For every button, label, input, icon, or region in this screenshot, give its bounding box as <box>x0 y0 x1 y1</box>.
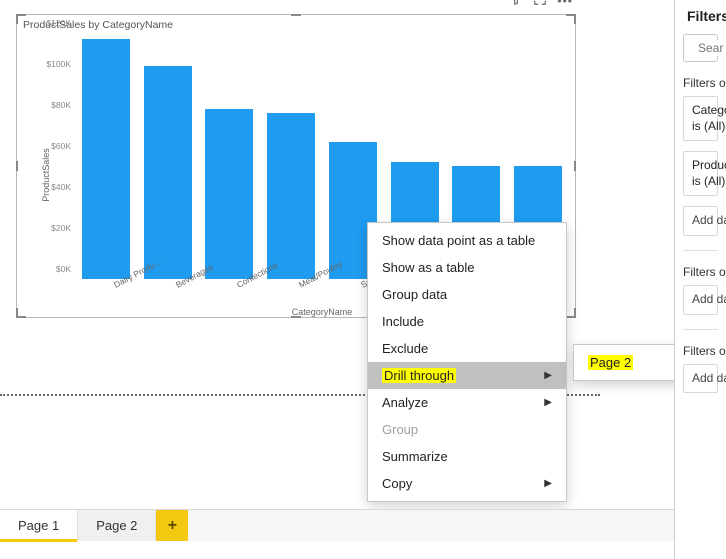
context-menu-item-label: Summarize <box>382 449 448 464</box>
y-axis-ticks: $0K$20K$40K$60K$80K$100K$120K <box>49 33 75 279</box>
chart-bar[interactable] <box>82 39 130 279</box>
page-tabs: Page 1 Page 2 + <box>0 509 674 541</box>
y-tick: $100K <box>46 59 71 69</box>
page-tab[interactable]: Page 1 <box>0 510 78 541</box>
y-tick: $0K <box>56 264 71 274</box>
filters-title-text: Filters <box>687 8 726 24</box>
resize-handle[interactable] <box>566 14 576 24</box>
chevron-right-icon: ▶ <box>544 397 552 408</box>
context-menu-item-label: Group data <box>382 287 447 302</box>
filters-section-all: Filters on all pages <box>683 344 718 358</box>
filter-card-field: CategoryName <box>692 103 709 119</box>
y-tick: $20K <box>51 223 71 233</box>
context-menu-item[interactable]: Drill through ▶ <box>368 362 566 389</box>
context-menu-item: Group <box>368 416 566 443</box>
filters-section-page: Filters on this page <box>683 265 718 279</box>
y-tick: $40K <box>51 182 71 192</box>
report-canvas[interactable]: ••• ProductSales by CategoryName Product… <box>0 0 674 559</box>
context-menu-item[interactable]: Copy ▶ <box>368 470 566 497</box>
y-tick: $80K <box>51 100 71 110</box>
page-tab[interactable]: Page 2 <box>78 510 156 541</box>
context-menu-item[interactable]: Group data <box>368 281 566 308</box>
filters-section-visual: Filters on this visual <box>683 76 718 90</box>
context-menu-item[interactable]: Include <box>368 308 566 335</box>
filter-card-field: ProductSales <box>692 158 709 174</box>
filter-add-placeholder[interactable]: Add data fields here <box>683 364 718 394</box>
add-page-button[interactable]: + <box>156 510 188 541</box>
context-menu-item[interactable]: Exclude <box>368 335 566 362</box>
context-submenu-item-label: Page 2 <box>588 355 633 370</box>
chart-bar[interactable] <box>267 113 315 279</box>
context-menu-item[interactable]: Summarize <box>368 443 566 470</box>
filters-panel: Filters Filters on this visual CategoryN… <box>674 0 726 559</box>
filter-card-value: is (All) <box>692 119 709 135</box>
focus-icon[interactable] <box>533 0 547 9</box>
visual-toolbar: ••• <box>509 0 573 9</box>
page-tab-label: Page 2 <box>96 518 137 533</box>
filter-add-placeholder[interactable]: Add data fields here <box>683 206 718 236</box>
page-tab-label: Page 1 <box>18 518 59 533</box>
chart-bar[interactable] <box>144 66 192 279</box>
resize-handle[interactable] <box>291 14 301 16</box>
context-menu[interactable]: Show data point as a table Show as a tabl… <box>367 222 567 502</box>
filters-search-input[interactable] <box>696 40 726 56</box>
context-menu-item-label: Show as a table <box>382 260 475 275</box>
context-menu-item[interactable]: Show as a table <box>368 254 566 281</box>
context-menu-item-label: Exclude <box>382 341 428 356</box>
context-menu-item-label: Copy <box>382 476 412 491</box>
filter-card[interactable]: ProductSales is (All) <box>683 151 718 196</box>
chevron-right-icon: ▶ <box>544 370 552 381</box>
chart-bar[interactable] <box>205 109 253 279</box>
context-menu-item[interactable]: Analyze ▶ <box>368 389 566 416</box>
resize-handle[interactable] <box>16 14 26 24</box>
context-menu-item-label: Analyze <box>382 395 428 410</box>
context-menu-item[interactable]: Show data point as a table <box>368 227 566 254</box>
context-menu-item-label: Group <box>382 422 418 437</box>
context-menu-item-label: Show data point as a table <box>382 233 535 248</box>
chevron-right-icon: ▶ <box>544 478 552 489</box>
y-tick: $60K <box>51 141 71 151</box>
filter-card[interactable]: CategoryName is (All) <box>683 96 718 141</box>
filter-icon[interactable] <box>509 0 523 9</box>
filter-card-value: is (All) <box>692 174 709 190</box>
y-tick: $120K <box>46 18 71 28</box>
chart-title: ProductSales by CategoryName <box>17 15 575 31</box>
filters-search[interactable] <box>683 34 718 62</box>
filters-panel-title: Filters <box>683 8 718 24</box>
context-menu-item-label: Drill through <box>382 368 456 383</box>
more-icon[interactable]: ••• <box>557 0 573 8</box>
filter-add-placeholder[interactable]: Add data fields here <box>683 285 718 315</box>
context-menu-item-label: Include <box>382 314 424 329</box>
